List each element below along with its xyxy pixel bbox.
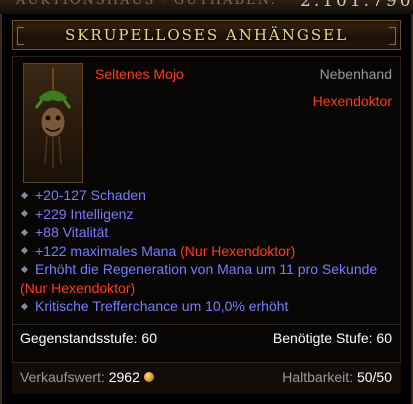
affix-text: +88 Vitalität bbox=[35, 224, 109, 240]
item-title-bar: SKRUPELLOSES ANHÄNGSEL bbox=[12, 20, 401, 50]
bullet-diamond-icon bbox=[20, 302, 29, 310]
affix-list: +20-127 Schaden +229 Intelligenz +88 Vit… bbox=[20, 186, 400, 316]
item-class-restriction: Hexendoktor bbox=[312, 93, 392, 109]
item-level: Gegenstandsstufe: 60 bbox=[20, 330, 157, 346]
affix-row: +229 Intelligenz bbox=[20, 205, 400, 224]
item-type: Seltenes Mojo bbox=[95, 66, 184, 82]
title-bracket-left bbox=[17, 27, 24, 45]
top-strip-gold: 2.101.790 bbox=[300, 0, 413, 11]
voodoo-mojo-shrunken-head-icon bbox=[34, 68, 72, 168]
top-strip: AUKTIONSHAUS · GUTHABEN: 2.101.790 bbox=[0, 0, 413, 14]
affix-class-restriction: (Nur Hexendoktor) bbox=[180, 242, 296, 259]
affix-text: +20-127 Schaden bbox=[35, 187, 146, 203]
sell-value-label: Verkaufswert: bbox=[20, 369, 105, 385]
required-level: Benötigte Stufe: 60 bbox=[272, 330, 392, 346]
affix-class-restriction: (Nur Hexendoktor) bbox=[20, 279, 136, 296]
affix-text: Kritische Trefferchance um 10,0% erhöht bbox=[35, 298, 289, 314]
affix-row: Erhöht die Regeneration von Mana um 11 p… bbox=[20, 260, 400, 279]
affix-row: +122 maximales Mana (Nur Hexendoktor) bbox=[20, 242, 400, 261]
sell-value: Verkaufswert: 2962 bbox=[20, 369, 154, 385]
affix-row: Kritische Trefferchance um 10,0% erhöht bbox=[20, 297, 400, 316]
gold-coin-icon bbox=[143, 372, 154, 383]
bullet-diamond-icon bbox=[20, 265, 29, 273]
affix-row-continuation: (Nur Hexendoktor) bbox=[20, 279, 400, 298]
affix-text: +229 Intelligenz bbox=[35, 205, 134, 222]
affix-text: Erhöht die Regeneration von Mana um 11 p… bbox=[35, 261, 378, 277]
top-strip-label: AUKTIONSHAUS · GUTHABEN: bbox=[16, 0, 277, 8]
item-slot: Nebenhand bbox=[319, 66, 392, 82]
durability: Haltbarkeit: 50/50 bbox=[282, 369, 392, 385]
affix-text: +122 maximales Mana bbox=[35, 242, 181, 259]
item-icon-frame bbox=[23, 63, 83, 183]
bullet-diamond-icon bbox=[20, 191, 29, 199]
bullet-diamond-icon bbox=[20, 247, 29, 255]
durability-label: Haltbarkeit: bbox=[282, 369, 354, 385]
bullet-diamond-icon bbox=[20, 210, 29, 218]
title-bracket-right bbox=[389, 27, 396, 45]
divider bbox=[12, 324, 401, 325]
affix-row: +88 Vitalität bbox=[20, 223, 400, 242]
affix-row: +20-127 Schaden bbox=[20, 186, 400, 205]
bullet-diamond-icon bbox=[20, 228, 29, 236]
sell-value-amount: 2962 bbox=[108, 369, 140, 385]
durability-value: 50/50 bbox=[356, 369, 392, 385]
item-name: SKRUPELLOSES ANHÄNGSEL bbox=[64, 26, 349, 44]
